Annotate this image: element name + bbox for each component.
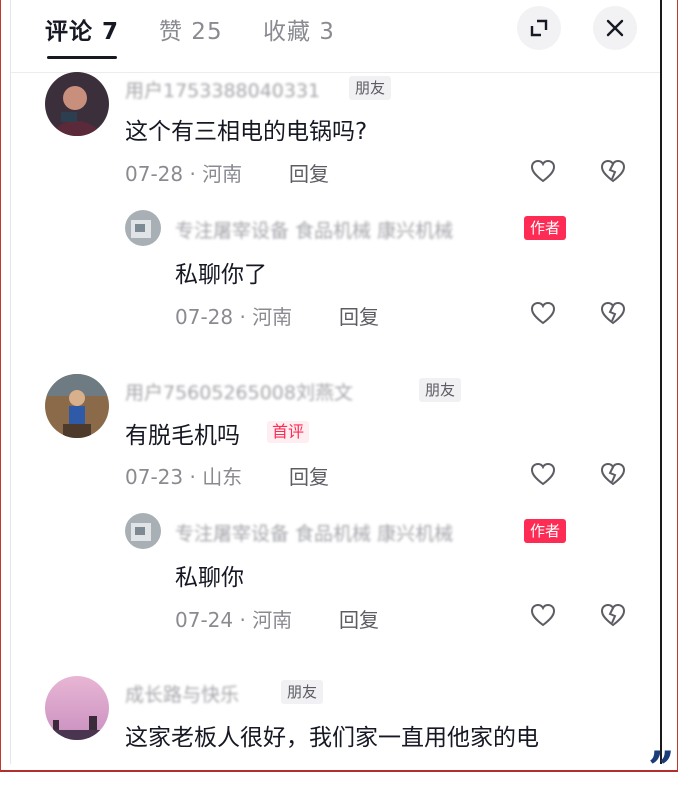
comment-panel: 评论 7 赞 25 收藏 3 用户1753388040331 朋友 这个有三相电… (10, 0, 662, 764)
reply-button[interactable]: 回复 (289, 158, 329, 187)
comment-text: 有脱毛机吗 (125, 423, 240, 449)
friend-tag: 朋友 (281, 680, 324, 704)
comment-username[interactable]: 用户1753388040331 (125, 76, 320, 103)
reply-text: 私聊你了 (175, 262, 267, 288)
tab-likes[interactable]: 赞 25 (159, 12, 223, 46)
like-icon[interactable] (529, 299, 557, 327)
tab-comments[interactable]: 评论 7 (45, 12, 119, 59)
comment-text: 这家老板人很好，我们家一直用他家的电 (125, 725, 539, 751)
author-tag: 作者 (524, 216, 567, 240)
reply-button[interactable]: 回复 (339, 301, 379, 330)
reply-button[interactable]: 回复 (339, 604, 379, 633)
reply-text: 私聊你 (175, 565, 244, 591)
comment-username[interactable]: 用户75605265008刘燕文 (125, 378, 353, 405)
avatar[interactable] (45, 374, 109, 438)
expand-icon (530, 19, 548, 37)
expand-button[interactable] (517, 6, 561, 50)
comment-username[interactable]: 成长路与快乐 (125, 680, 239, 707)
close-icon (606, 19, 624, 37)
like-icon[interactable] (529, 157, 557, 185)
reply-avatar[interactable] (125, 513, 161, 549)
dislike-icon[interactable] (599, 460, 627, 488)
avatar[interactable] (45, 676, 109, 740)
comment-text: 这个有三相电的电锅吗? (125, 119, 368, 145)
friend-tag: 朋友 (419, 378, 462, 402)
author-tag: 作者 (524, 519, 567, 543)
close-button[interactable] (593, 6, 637, 50)
dislike-icon[interactable] (599, 299, 627, 327)
reply-username[interactable]: 专注屠宰设备 食品机械 康兴机械 (175, 519, 453, 546)
reply-username[interactable]: 专注屠宰设备 食品机械 康兴机械 (175, 216, 453, 243)
comment-meta: 07-23 · 山东 (125, 465, 243, 489)
decorative-quote-mark: ” (648, 741, 675, 795)
tab-favorites[interactable]: 收藏 3 (263, 12, 335, 46)
like-icon[interactable] (529, 601, 557, 629)
comment-header: 评论 7 赞 25 收藏 3 (11, 0, 660, 73)
friend-tag: 朋友 (349, 76, 392, 100)
dislike-icon[interactable] (599, 601, 627, 629)
avatar[interactable] (45, 72, 109, 136)
comment-meta: 07-28 · 河南 (125, 162, 243, 186)
like-icon[interactable] (529, 460, 557, 488)
reply-avatar[interactable] (125, 210, 161, 246)
dislike-icon[interactable] (599, 157, 627, 185)
reply-meta: 07-24 · 河南 (175, 608, 293, 632)
reply-button[interactable]: 回复 (289, 461, 329, 490)
first-comment-badge: 首评 (267, 421, 310, 443)
reply-meta: 07-28 · 河南 (175, 305, 293, 329)
